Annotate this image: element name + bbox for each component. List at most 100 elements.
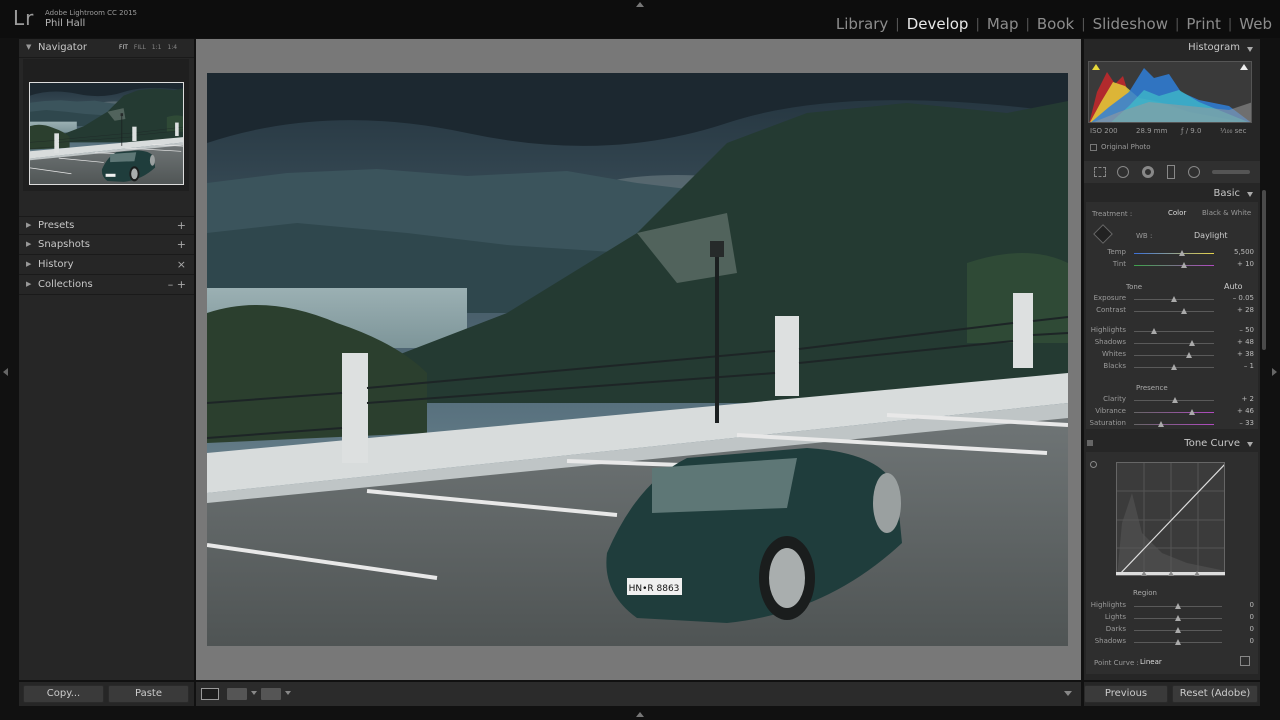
slider-value[interactable]: + 10 xyxy=(1237,260,1254,268)
slider-temp[interactable]: Temp 5,500 xyxy=(1084,248,1260,260)
module-slideshow[interactable]: Slideshow xyxy=(1086,15,1175,33)
slider-highlights[interactable]: Highlights 0 xyxy=(1084,601,1260,613)
slider-value[interactable]: + 46 xyxy=(1237,407,1254,415)
slider-track[interactable] xyxy=(1134,253,1214,254)
add-preset-button[interactable]: + xyxy=(177,219,186,232)
slider-track[interactable] xyxy=(1134,424,1214,425)
adjustment-brush-icon[interactable] xyxy=(1212,170,1250,174)
treatment-black-white[interactable]: Black & White xyxy=(1202,209,1251,217)
slider-handle[interactable] xyxy=(1151,328,1157,334)
panel-switch-icon[interactable] xyxy=(1087,440,1093,446)
collection-actions-button[interactable]: – + xyxy=(168,278,186,291)
panel-collections[interactable]: ▶ Collections – + xyxy=(19,276,194,295)
histogram-graph[interactable] xyxy=(1088,61,1252,123)
slider-value[interactable]: + 38 xyxy=(1237,350,1254,358)
slider-shadows[interactable]: Shadows + 48 xyxy=(1084,338,1260,350)
shadow-clipping-icon[interactable] xyxy=(1092,64,1100,70)
zoom-fill[interactable]: FILL xyxy=(134,44,146,51)
slider-handle[interactable] xyxy=(1179,250,1185,256)
toolbar-menu-icon[interactable] xyxy=(1064,691,1072,696)
right-panel-scrollbar[interactable] xyxy=(1262,190,1266,350)
paste-settings-button[interactable]: Paste xyxy=(108,685,189,703)
wb-preset-select[interactable]: Daylight xyxy=(1194,231,1228,240)
targeted-adjustment-icon[interactable] xyxy=(1090,461,1097,468)
collapse-triangle-icon[interactable] xyxy=(1247,192,1253,197)
slider-value[interactable]: – 0.05 xyxy=(1233,294,1254,302)
slider-handle[interactable] xyxy=(1180,262,1187,268)
slider-value[interactable]: + 2 xyxy=(1241,395,1254,403)
crop-tool-icon[interactable] xyxy=(1094,167,1106,177)
point-curve-select[interactable]: Linear xyxy=(1140,658,1162,666)
slider-track[interactable] xyxy=(1134,355,1214,356)
before-after-view-icon[interactable] xyxy=(227,688,247,700)
main-photo[interactable]: HN•R 8863 xyxy=(207,73,1068,646)
panel-snapshots[interactable]: ▶ Snapshots + xyxy=(19,236,194,255)
slider-saturation[interactable]: Saturation – 33 xyxy=(1084,419,1260,431)
graduated-filter-icon[interactable] xyxy=(1167,165,1175,179)
left-panel-toggle-icon[interactable] xyxy=(3,368,8,376)
slider-blacks[interactable]: Blacks – 1 xyxy=(1084,362,1260,374)
before-after-swap-icon[interactable] xyxy=(261,688,281,700)
slider-track[interactable] xyxy=(1134,265,1214,266)
original-photo-checkbox[interactable] xyxy=(1090,144,1097,151)
slider-handle[interactable] xyxy=(1171,296,1177,302)
navigator-thumbnail[interactable] xyxy=(29,82,184,185)
slider-handle[interactable] xyxy=(1171,364,1177,370)
identity-plate[interactable]: Phil Hall xyxy=(45,18,85,29)
module-develop[interactable]: Develop xyxy=(900,15,976,33)
slider-track[interactable] xyxy=(1134,412,1214,413)
panel-history[interactable]: ▶ History × xyxy=(19,256,194,275)
highlight-clipping-icon[interactable] xyxy=(1240,64,1248,70)
slider-value[interactable]: 0 xyxy=(1250,613,1254,621)
slider-value[interactable]: 5,500 xyxy=(1234,248,1254,256)
curve-split-handle[interactable] xyxy=(1141,571,1147,576)
module-book[interactable]: Book xyxy=(1030,15,1081,33)
slider-value[interactable]: 0 xyxy=(1250,625,1254,633)
top-panel-toggle-icon[interactable] xyxy=(636,2,644,7)
tone-curve-header[interactable]: Tone Curve xyxy=(1084,436,1260,450)
clear-history-button[interactable]: × xyxy=(177,258,186,271)
collapse-triangle-icon[interactable] xyxy=(1247,442,1253,447)
edit-point-curve-icon[interactable] xyxy=(1240,656,1250,666)
slider-track[interactable] xyxy=(1134,343,1214,344)
slider-handle[interactable] xyxy=(1158,421,1165,427)
spot-removal-icon[interactable] xyxy=(1117,166,1129,178)
slider-shadows[interactable]: Shadows 0 xyxy=(1084,637,1260,649)
slider-value[interactable]: 0 xyxy=(1250,637,1254,645)
copy-settings-button[interactable]: Copy... xyxy=(23,685,104,703)
slider-darks[interactable]: Darks 0 xyxy=(1084,625,1260,637)
slider-handle[interactable] xyxy=(1171,397,1178,403)
slider-track[interactable] xyxy=(1134,311,1214,312)
auto-tone-button[interactable]: Auto xyxy=(1224,282,1243,291)
swap-dropdown-icon[interactable] xyxy=(285,691,291,695)
module-print[interactable]: Print xyxy=(1179,15,1228,33)
slider-value[interactable]: + 28 xyxy=(1237,306,1254,314)
slider-handle[interactable] xyxy=(1175,627,1181,633)
loupe-view-icon[interactable] xyxy=(201,688,219,700)
zoom-fit[interactable]: FIT xyxy=(119,44,128,51)
slider-handle[interactable] xyxy=(1189,409,1196,415)
red-eye-icon[interactable] xyxy=(1142,166,1154,178)
panel-presets[interactable]: ▶ Presets + xyxy=(19,216,194,235)
module-map[interactable]: Map xyxy=(980,15,1026,33)
slider-contrast[interactable]: Contrast + 28 xyxy=(1084,306,1260,318)
navigator-header[interactable]: ▼ Navigator FIT FILL 1:1 1:4 xyxy=(19,39,194,58)
zoom-1-1[interactable]: 1:1 xyxy=(152,44,162,51)
reset-button[interactable]: Reset (Adobe) xyxy=(1172,685,1258,703)
slider-handle[interactable] xyxy=(1180,308,1187,314)
slider-clarity[interactable]: Clarity + 2 xyxy=(1084,395,1260,407)
slider-value[interactable]: – 1 xyxy=(1244,362,1254,370)
right-panel-toggle-icon[interactable] xyxy=(1272,368,1277,376)
slider-track[interactable] xyxy=(1134,331,1214,332)
slider-vibrance[interactable]: Vibrance + 46 xyxy=(1084,407,1260,419)
slider-lights[interactable]: Lights 0 xyxy=(1084,613,1260,625)
zoom-1-4[interactable]: 1:4 xyxy=(167,44,177,51)
slider-value[interactable]: + 48 xyxy=(1237,338,1254,346)
slider-handle[interactable] xyxy=(1189,340,1196,346)
slider-value[interactable]: – 33 xyxy=(1239,419,1254,427)
add-snapshot-button[interactable]: + xyxy=(177,238,186,251)
slider-exposure[interactable]: Exposure – 0.05 xyxy=(1084,294,1260,306)
collapse-triangle-icon[interactable] xyxy=(1247,47,1253,52)
slider-whites[interactable]: Whites + 38 xyxy=(1084,350,1260,362)
slider-handle[interactable] xyxy=(1175,603,1181,609)
